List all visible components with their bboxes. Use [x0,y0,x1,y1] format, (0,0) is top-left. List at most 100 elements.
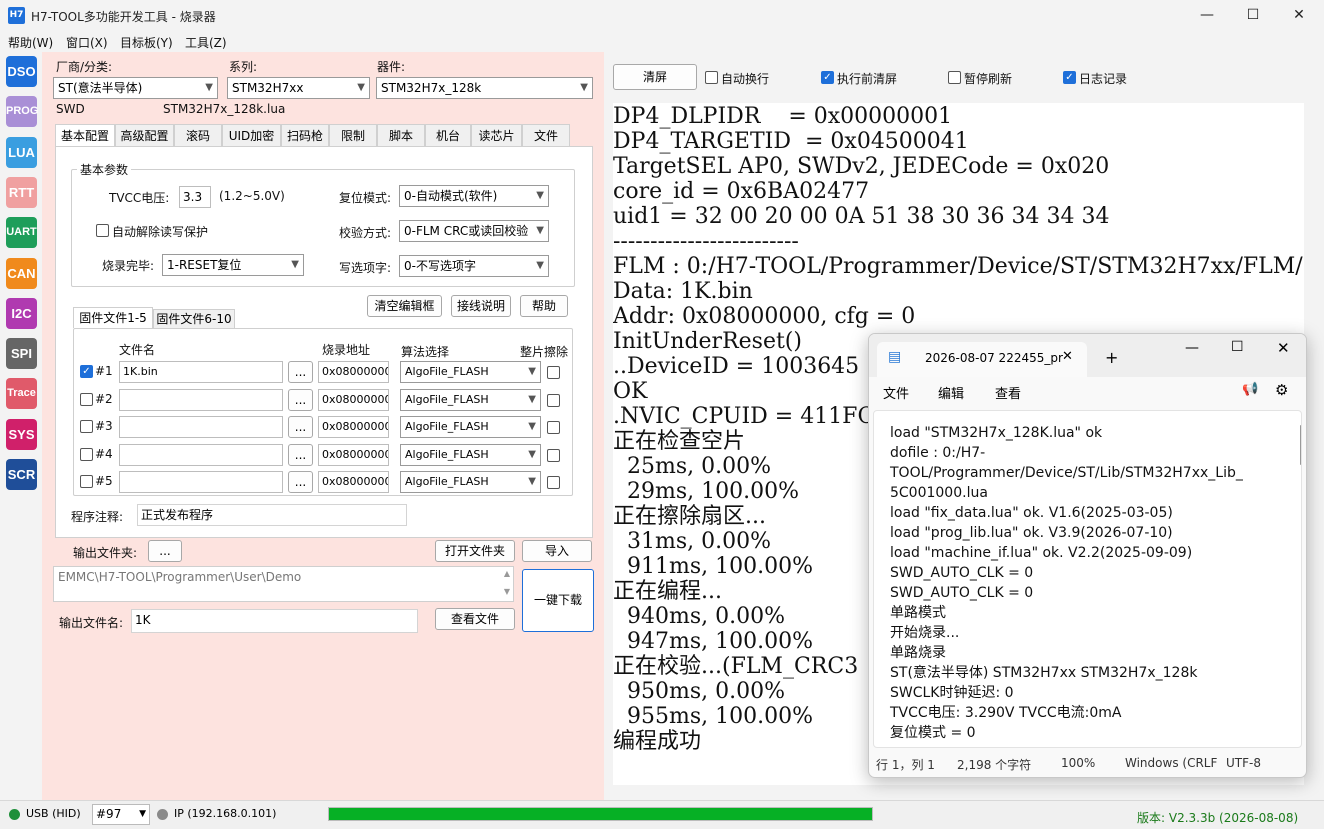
tab-7[interactable]: 机台 [425,124,471,146]
fw-row-browse-button[interactable]: ... [288,389,313,411]
sidebar-prog-button[interactable]: PROG [6,96,38,128]
fw-row-file-input[interactable] [119,416,283,438]
fw-row-addr-input[interactable]: 0x08000000 [318,471,389,493]
maximize-button[interactable]: ☐ [1230,4,1276,28]
vendor-select[interactable]: ST(意法半导体) ▼ [53,77,218,99]
wiring-button[interactable]: 接线说明 [451,295,511,317]
clear-before-checkbox[interactable]: ✓ [821,71,834,84]
tvcc-input[interactable]: 3.3 [179,186,211,208]
sidebar-i2c-button[interactable]: I2C [6,297,37,329]
sidebar-spi-button[interactable]: SPI [6,338,37,370]
fw-row-checkbox[interactable]: ✓ [80,365,93,378]
fw-row-addr-input[interactable]: 0x08000000 [318,444,389,466]
menu-window[interactable]: 窗口(X) [66,34,108,51]
verify-select[interactable]: 0-FLM CRC或读回校验 ▼ [399,220,549,242]
import-button[interactable]: 导入 [522,540,592,562]
fw-row-erase-checkbox[interactable] [547,394,560,407]
notepad-menu-edit[interactable]: 编辑 [938,383,964,402]
sidebar-can-button[interactable]: CAN [6,257,37,289]
fw-row-algo-select[interactable]: AlgoFile_FLASH ▼ [400,471,541,493]
pause-refresh-checkbox[interactable] [948,71,961,84]
sidebar-dso-button[interactable]: DSO [6,56,37,87]
fw-row-algo-select[interactable]: AlgoFile_FLASH ▼ [400,444,541,466]
notepad-maximize-button[interactable]: ☐ [1231,339,1244,355]
menu-target-board[interactable]: 目标板(Y) [120,34,173,51]
fw-row-file-input[interactable] [119,471,283,493]
view-file-button[interactable]: 查看文件 [435,608,515,630]
sidebar-scr-button[interactable]: SCR [6,459,37,490]
close-button[interactable]: ✕ [1276,4,1322,28]
output-browse-button[interactable]: ... [148,540,182,562]
notepad-close-button[interactable]: ✕ [1277,339,1290,357]
reset-mode-select[interactable]: 0-自动模式(软件) ▼ [399,185,549,207]
notepad-text-area[interactable]: load "STM32H7x_128K.lua" ok dofile : 0:/H… [873,410,1302,748]
notepad-minimize-button[interactable]: — [1185,340,1199,356]
one-click-download-button[interactable]: 一键下载 [522,569,594,632]
menu-tools[interactable]: 工具(Z) [185,34,227,51]
help-button[interactable]: 帮助 [520,295,568,317]
fw-row-algo-select[interactable]: AlgoFile_FLASH ▼ [400,416,541,438]
tab-2[interactable]: 滚码 [174,124,222,146]
fw-row-checkbox[interactable] [80,420,93,433]
fw-row-file-input[interactable] [119,389,283,411]
clear-edit-button[interactable]: 清空编辑框 [367,295,442,317]
fw-row-browse-button[interactable]: ... [288,361,313,383]
menu-help[interactable]: 帮助(W) [8,34,53,51]
tab-6[interactable]: 脚本 [377,124,425,146]
log-clear-button[interactable]: 清屏 [613,64,697,90]
tab-firmware-6-10[interactable]: 固件文件6-10 [153,309,235,328]
fw-row-algo-select[interactable]: AlgoFile_FLASH ▼ [400,389,541,411]
open-folder-button[interactable]: 打开文件夹 [435,540,515,562]
done-select[interactable]: 1-RESET复位 ▼ [162,254,304,276]
fw-row-checkbox[interactable] [80,393,93,406]
output-name-input[interactable]: 1K [131,609,418,633]
sidebar-rtt-button[interactable]: RTT [6,176,37,208]
fw-row-file-input[interactable]: 1K.bin [119,361,283,383]
sidebar-lua-button[interactable]: LUA [6,136,37,168]
log-line: core_id = 0x6BA02477 [613,179,870,204]
minimize-button[interactable]: — [1184,4,1230,28]
device-select[interactable]: STM32H7x_128k ▼ [376,77,593,99]
tab-3[interactable]: UID加密 [222,124,281,146]
fw-row-checkbox[interactable] [80,448,93,461]
fw-row-erase-checkbox[interactable] [547,421,560,434]
fw-row-erase-checkbox[interactable] [547,449,560,462]
output-path-field[interactable]: EMMC\H7-TOOL\Programmer\User\Demo ▲ ▼ [53,566,514,602]
port-select[interactable]: #97 ▼ [92,804,150,825]
tab-5[interactable]: 限制 [329,124,377,146]
tab-4[interactable]: 扫码枪 [281,124,329,146]
fw-row-browse-button[interactable]: ... [288,416,313,438]
sidebar-uart-button[interactable]: UART [6,217,37,249]
sidebar-sys-button[interactable]: SYS [6,418,37,450]
log-record-checkbox[interactable]: ✓ [1063,71,1076,84]
fw-row-browse-button[interactable]: ... [288,444,313,466]
notepad-menu-view[interactable]: 查看 [995,383,1021,402]
option-select[interactable]: 0-不写选项字 ▼ [399,255,549,277]
tab-9[interactable]: 文件 [522,124,570,146]
fw-row-file-input[interactable] [119,444,283,466]
note-input[interactable]: 正式发布程序 [137,504,407,526]
tab-0[interactable]: 基本配置 [55,124,115,147]
settings-gear-icon[interactable]: ⚙ [1275,381,1288,399]
fw-row-erase-checkbox[interactable] [547,366,560,379]
fw-row-algo-select[interactable]: AlgoFile_FLASH ▼ [400,361,541,383]
tab-8[interactable]: 读芯片 [471,124,522,146]
auto-unprotect-checkbox[interactable] [96,224,109,237]
notepad-menu-file[interactable]: 文件 [883,383,909,402]
fw-row-browse-button[interactable]: ... [288,471,313,493]
fw-row-erase-checkbox[interactable] [547,476,560,489]
fw-row-addr-input[interactable]: 0x08000000 [318,361,389,383]
tab-1[interactable]: 高级配置 [115,124,174,146]
fw-row-addr-input[interactable]: 0x08000000 [318,416,389,438]
new-tab-icon[interactable]: + [1105,348,1118,367]
fw-row-checkbox[interactable] [80,475,93,488]
notepad-line: SWD_AUTO_CLK = 0 [890,565,1034,581]
sidebar-trace-button[interactable]: Trace [6,378,37,410]
tab-firmware-1-5[interactable]: 固件文件1-5 [73,307,153,328]
series-select[interactable]: STM32H7xx ▼ [227,77,370,99]
announcement-icon[interactable]: 📢 [1242,382,1258,397]
tab-close-icon[interactable]: ✕ [1062,349,1073,364]
fw-row-addr-input[interactable]: 0x08000000 [318,389,389,411]
notepad-scrollbar-thumb[interactable] [1300,425,1301,465]
auto-wrap-checkbox[interactable] [705,71,718,84]
